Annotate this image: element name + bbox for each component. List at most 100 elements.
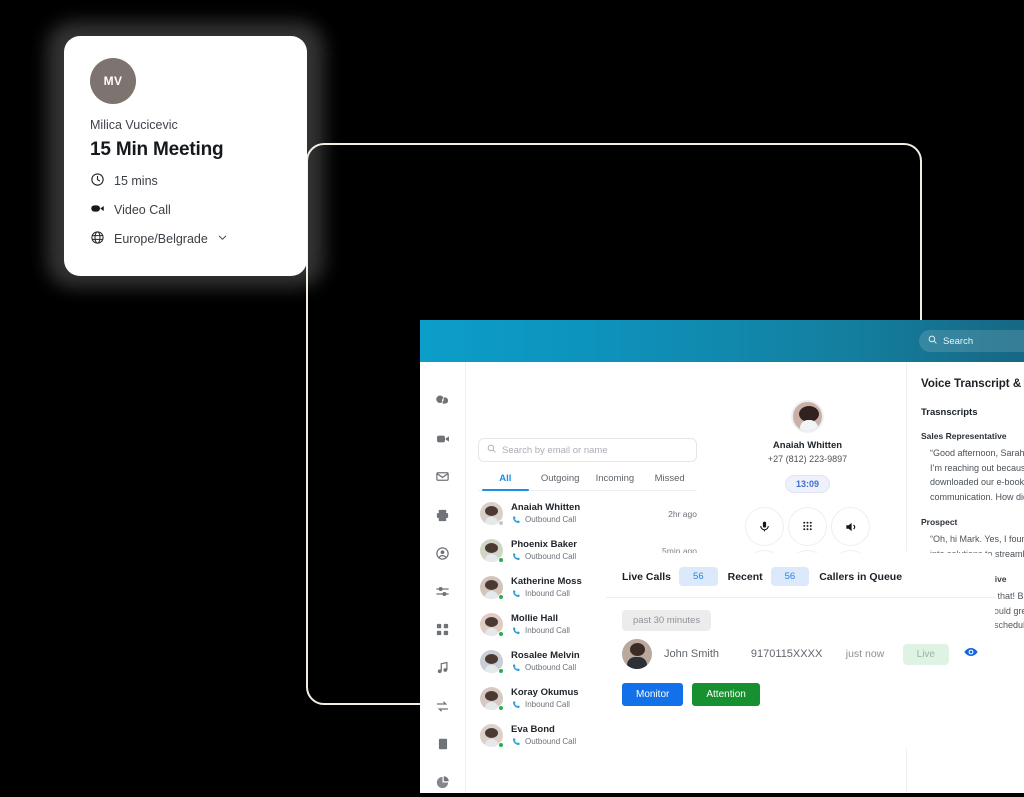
chevron-down-icon[interactable] bbox=[217, 232, 228, 246]
video-icon[interactable] bbox=[432, 428, 454, 449]
call-direction-label: Inbound Call bbox=[525, 626, 570, 635]
live-calls-tabs: Live Calls 56 Recent 56 Callers in Queue bbox=[606, 553, 995, 598]
avatar: MV bbox=[90, 58, 136, 104]
video-icon bbox=[90, 201, 105, 219]
archive-icon[interactable] bbox=[432, 734, 454, 755]
clock-icon bbox=[90, 172, 105, 190]
mute-mic-icon[interactable] bbox=[745, 507, 784, 546]
contact-name: Anaiah Whitten bbox=[511, 502, 581, 513]
presence-dot bbox=[498, 705, 504, 711]
eye-icon[interactable] bbox=[963, 644, 979, 665]
tab-outgoing[interactable]: Outgoing bbox=[533, 473, 588, 490]
call-direction-label: Outbound Call bbox=[525, 552, 577, 561]
table-row: John Smith 9170115XXXX just now Live bbox=[606, 631, 995, 669]
avatar bbox=[480, 613, 504, 637]
meeting-title: 15 Min Meeting bbox=[90, 139, 224, 160]
call-direction: Outbound Call bbox=[511, 514, 660, 526]
presence-dot bbox=[498, 631, 504, 637]
global-search-placeholder: Search bbox=[943, 335, 974, 347]
analytics-icon[interactable] bbox=[432, 772, 454, 793]
meeting-duration-row: 15 mins bbox=[90, 172, 285, 190]
phone-icon bbox=[512, 627, 520, 635]
active-call-contact-name: Anaiah Whitten bbox=[772, 440, 843, 451]
avatar bbox=[480, 539, 504, 563]
call-direction-label: Outbound Call bbox=[525, 663, 577, 672]
avatar bbox=[480, 502, 504, 526]
tab-missed[interactable]: Missed bbox=[642, 473, 697, 490]
caller-name: John Smith bbox=[664, 648, 720, 660]
call-direction-label: Outbound Call bbox=[525, 515, 577, 524]
avatar bbox=[480, 576, 504, 600]
transfer-icon[interactable] bbox=[432, 696, 454, 717]
presence-dot bbox=[498, 594, 504, 600]
time-filter-chip[interactable]: past 30 minutes bbox=[622, 610, 712, 631]
tab-recent[interactable]: Recent bbox=[728, 571, 763, 583]
transcript-text: “Good afternoon, Sarah. This is Mark fro… bbox=[930, 448, 1024, 502]
music-icon[interactable] bbox=[432, 657, 454, 678]
global-search-input[interactable]: Search bbox=[919, 330, 1024, 352]
presence-dot bbox=[498, 520, 504, 526]
meeting-host-name: Milica Vucicevic bbox=[90, 118, 178, 132]
avatar bbox=[480, 687, 504, 711]
contact-icon[interactable] bbox=[432, 543, 454, 564]
meeting-type-row: Video Call bbox=[90, 201, 285, 219]
meeting-booking-card: MV Milica Vucicevic 15 Min Meeting 15 mi… bbox=[64, 36, 307, 276]
avatar bbox=[791, 400, 824, 433]
tab-incoming[interactable]: Incoming bbox=[588, 473, 643, 490]
tab-live-calls[interactable]: Live Calls bbox=[622, 571, 671, 583]
transcripts-section-label: Trasnscripts bbox=[921, 407, 978, 418]
presence-dot bbox=[498, 742, 504, 748]
panel-header: Voice Transcript & AI Notes ✕ bbox=[921, 378, 1024, 390]
chat-icon[interactable] bbox=[432, 390, 454, 411]
call-filter-tabs: All Outgoing Incoming Missed bbox=[478, 473, 697, 491]
settings-sliders-icon[interactable] bbox=[432, 581, 454, 602]
avatar bbox=[480, 724, 504, 748]
meeting-call-type: Video Call bbox=[114, 203, 171, 217]
recent-count-badge: 56 bbox=[770, 567, 810, 586]
speaker-icon[interactable] bbox=[831, 507, 870, 546]
transcript-speaker: Sales Representative bbox=[921, 431, 1007, 441]
live-calls-count-badge: 56 bbox=[679, 567, 718, 586]
fax-icon[interactable] bbox=[432, 505, 454, 526]
call-direction-label: Inbound Call bbox=[525, 589, 570, 598]
presence-dot bbox=[498, 557, 504, 563]
panel-title: Voice Transcript & AI Notes bbox=[921, 378, 1024, 390]
meeting-duration: 15 mins bbox=[114, 174, 158, 188]
left-icon-rail bbox=[420, 362, 466, 793]
keypad-icon[interactable] bbox=[788, 507, 827, 546]
attention-button[interactable]: Attention bbox=[692, 683, 760, 706]
active-call-phone-number: +27 (812) 223-9897 bbox=[767, 454, 848, 464]
search-icon bbox=[487, 444, 496, 456]
phone-icon bbox=[512, 664, 520, 672]
call-direction-label: Outbound Call bbox=[525, 737, 577, 746]
live-call-actions: Monitor Attention bbox=[606, 669, 995, 706]
avatar bbox=[622, 639, 652, 669]
call-search-input[interactable]: Search by email or name bbox=[478, 438, 697, 462]
apps-icon[interactable] bbox=[432, 619, 454, 640]
call-time: 2hr ago bbox=[668, 508, 697, 519]
call-history-header-spacer bbox=[478, 378, 697, 432]
phone-icon bbox=[512, 590, 520, 598]
phone-icon bbox=[512, 738, 520, 746]
phone-icon bbox=[512, 701, 520, 709]
phone-icon bbox=[512, 553, 520, 561]
tab-callers-in-queue[interactable]: Callers in Queue bbox=[819, 571, 902, 583]
call-duration-timer: 13:09 bbox=[784, 475, 831, 493]
monitor-button[interactable]: Monitor bbox=[622, 683, 684, 706]
call-search-placeholder: Search by email or name bbox=[502, 444, 608, 456]
transcript-speaker: Prospect bbox=[921, 517, 958, 527]
list-item[interactable]: Anaiah Whitten Outbound Call 2hr ago bbox=[478, 495, 697, 532]
search-icon bbox=[928, 335, 937, 347]
meeting-timezone-row[interactable]: Europe/Belgrade bbox=[90, 230, 285, 248]
mail-icon[interactable] bbox=[432, 466, 454, 487]
live-calls-card: Live Calls 56 Recent 56 Callers in Queue… bbox=[606, 553, 995, 747]
avatar bbox=[480, 650, 504, 674]
screenshot-root: Search Search by email or name All Outgo… bbox=[0, 0, 1024, 797]
caller-number: 9170115XXXX bbox=[750, 648, 823, 660]
tab-all[interactable]: All bbox=[478, 473, 533, 491]
call-direction-label: Inbound Call bbox=[525, 700, 570, 709]
status-badge: Live bbox=[902, 643, 949, 665]
globe-icon bbox=[90, 230, 105, 248]
phone-icon bbox=[512, 516, 520, 524]
meeting-timezone: Europe/Belgrade bbox=[114, 232, 208, 246]
